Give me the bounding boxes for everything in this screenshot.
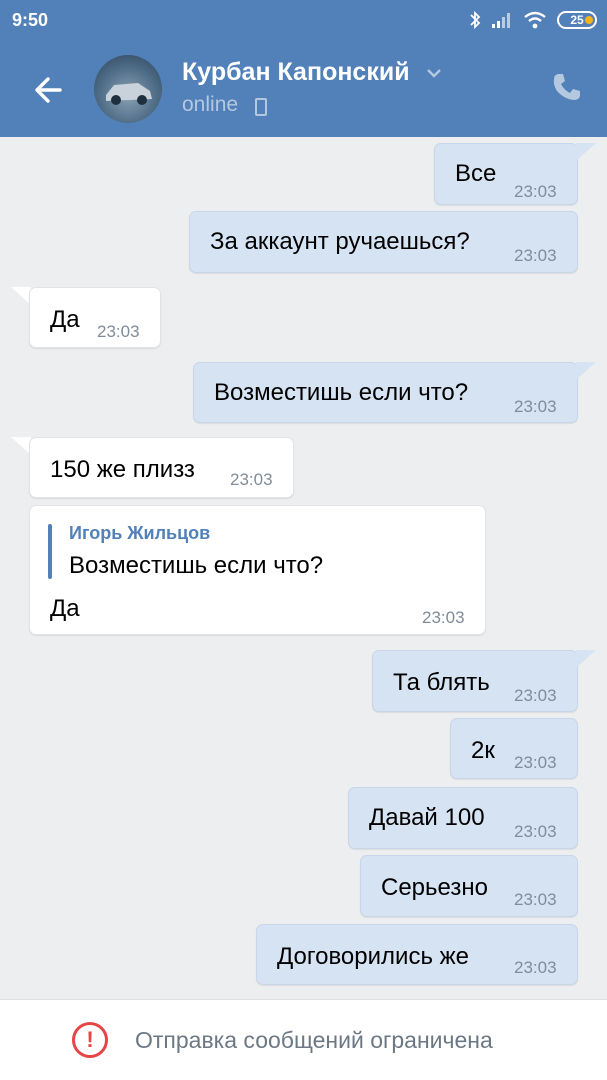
back-arrow-icon[interactable] (28, 70, 68, 110)
message-time: 23:03 (514, 958, 557, 977)
message-time: 23:03 (97, 322, 140, 341)
message-text: Серьезно (381, 874, 488, 901)
status-icons: 25 (469, 9, 597, 31)
message-text: Да (50, 595, 80, 622)
message-time: 23:03 (514, 182, 557, 201)
message-time: 23:03 (514, 822, 557, 841)
bubble-tail (11, 437, 31, 455)
message-text: Та блять (393, 669, 490, 696)
message-time: 23:03 (514, 753, 557, 772)
message-text: Давай 100 (369, 804, 485, 831)
message-bubble[interactable]: 2к 23:03 (450, 718, 578, 779)
message-text: Все (455, 160, 497, 187)
status-time: 9:50 (12, 10, 49, 30)
contact-name[interactable]: Курбан Капонский (182, 58, 410, 87)
message-text: Договорились же (277, 943, 470, 970)
message-bubble[interactable]: Да 23:03 (29, 287, 161, 348)
signal-icon (492, 13, 510, 28)
wifi-icon (524, 11, 546, 29)
message-bubble[interactable]: Серьезно 23:03 (360, 855, 578, 917)
message-time: 23:03 (514, 686, 557, 705)
message-time: 23:03 (230, 470, 273, 489)
reply-quote-bar (48, 524, 52, 579)
message-time: 23:03 (514, 246, 557, 265)
contact-status: online (182, 93, 239, 116)
status-bar: 9:50 25 (0, 0, 607, 42)
message-bubble[interactable]: Та блять 23:03 (372, 650, 578, 712)
message-time: 23:03 (514, 397, 557, 416)
bubble-tail (576, 362, 596, 380)
restriction-text: Отправка сообщений ограничена (135, 1027, 493, 1053)
warning-icon: ! (72, 1022, 108, 1058)
contact-avatar[interactable] (94, 55, 162, 123)
message-text: 2к (471, 737, 495, 764)
message-bubble[interactable]: Договорились же 23:03 (256, 924, 578, 985)
bubble-tail (576, 143, 596, 161)
message-text: За аккаунт ручаешься? (210, 228, 470, 255)
phone-icon[interactable] (550, 70, 584, 104)
message-bubble[interactable]: За аккаунт ручаешься? 23:03 (189, 211, 578, 273)
message-bubble[interactable]: Все 23:03 (434, 143, 578, 205)
chevron-down-icon[interactable] (425, 66, 443, 80)
message-time: 23:03 (514, 890, 557, 909)
message-restriction-bar: ! Отправка сообщений ограничена (0, 999, 607, 1080)
reply-sender[interactable]: Игорь Жильцов (69, 523, 210, 544)
mobile-icon (255, 98, 267, 116)
bluetooth-icon (470, 10, 481, 30)
message-bubble[interactable]: 150 же плизз 23:03 (29, 437, 294, 498)
message-text: Возместишь если что? (214, 379, 469, 406)
message-text: Да (50, 306, 80, 333)
message-text: 150 же плизз (50, 456, 195, 483)
reply-quoted-text: Возместишь если что? (69, 552, 324, 579)
chat-header: Курбан Капонский online (0, 42, 607, 137)
car-image (106, 83, 152, 105)
message-bubble[interactable]: Давай 100 23:03 (348, 787, 578, 849)
message-list[interactable]: Все 23:03 За аккаунт ручаешься? 23:03 Да… (0, 137, 607, 999)
bubble-tail (11, 287, 31, 305)
bubble-tail (576, 650, 596, 668)
reply-message-bubble[interactable]: Игорь Жильцов Возместишь если что? Да 23… (29, 505, 486, 635)
message-bubble[interactable]: Возместишь если что? 23:03 (193, 362, 578, 423)
message-time: 23:03 (422, 608, 465, 627)
battery-icon: 25 (557, 11, 597, 29)
